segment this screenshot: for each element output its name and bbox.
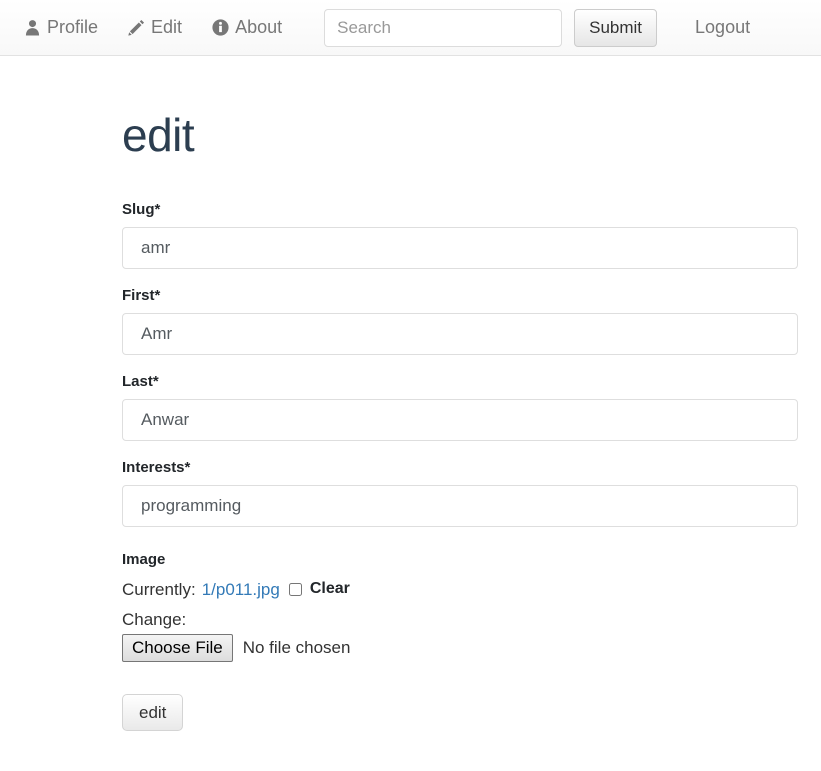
edit-form: Slug* First* Last* Interests* Image Curr… [122, 201, 798, 732]
nav-item-logout[interactable]: Logout [685, 11, 760, 44]
nav-item-profile[interactable]: Profile [14, 11, 108, 44]
clear-image-checkbox[interactable] [288, 582, 302, 596]
field-interests: Interests* [122, 459, 798, 527]
form-submit-row: edit [122, 694, 798, 732]
nav-item-about-label: About [235, 17, 283, 37]
nav-item-about[interactable]: About [202, 11, 292, 44]
user-icon [24, 19, 41, 36]
nav-item-edit[interactable]: Edit [118, 11, 192, 44]
field-image-label: Image [122, 550, 166, 568]
search-submit-button[interactable]: Submit [574, 8, 658, 47]
first-name-input[interactable] [122, 312, 798, 355]
field-last-label: Last* [122, 372, 159, 390]
field-slug: Slug* [122, 201, 798, 269]
image-file-input-row: Choose File No file chosen [122, 634, 798, 663]
no-file-chosen-text: No file chosen [242, 638, 351, 658]
search-input[interactable] [324, 8, 563, 47]
slug-input[interactable] [122, 226, 798, 269]
pencil-icon [128, 19, 145, 36]
page-title: edit [122, 109, 195, 161]
image-currently-label: Currently: [122, 579, 196, 599]
image-change-label: Change: [122, 610, 187, 630]
field-first-label: First* [122, 286, 161, 304]
current-image-link[interactable]: 1/p011.jpg [202, 577, 280, 603]
field-first: First* [122, 287, 798, 355]
top-navbar: Profile Edit About Submit Logout [0, 0, 821, 56]
interests-input[interactable] [122, 484, 798, 527]
clear-image-label[interactable]: Clear [310, 577, 350, 601]
main-content: edit Slug* First* Last* Interests* Image… [0, 56, 821, 732]
info-circle-icon [212, 19, 229, 36]
field-interests-label: Interests* [122, 458, 191, 476]
field-last: Last* [122, 373, 798, 441]
choose-file-button[interactable]: Choose File [122, 634, 233, 663]
search-form: Submit [324, 8, 658, 47]
field-image: Image Currently: 1/p011.jpg Clear Change… [122, 551, 798, 663]
image-currently-row: Currently: 1/p011.jpg Clear [122, 577, 798, 603]
nav-item-edit-label: Edit [151, 17, 183, 37]
edit-submit-button[interactable]: edit [122, 694, 184, 732]
nav-item-profile-label: Profile [47, 17, 99, 37]
field-slug-label: Slug* [122, 200, 161, 218]
last-name-input[interactable] [122, 398, 798, 441]
